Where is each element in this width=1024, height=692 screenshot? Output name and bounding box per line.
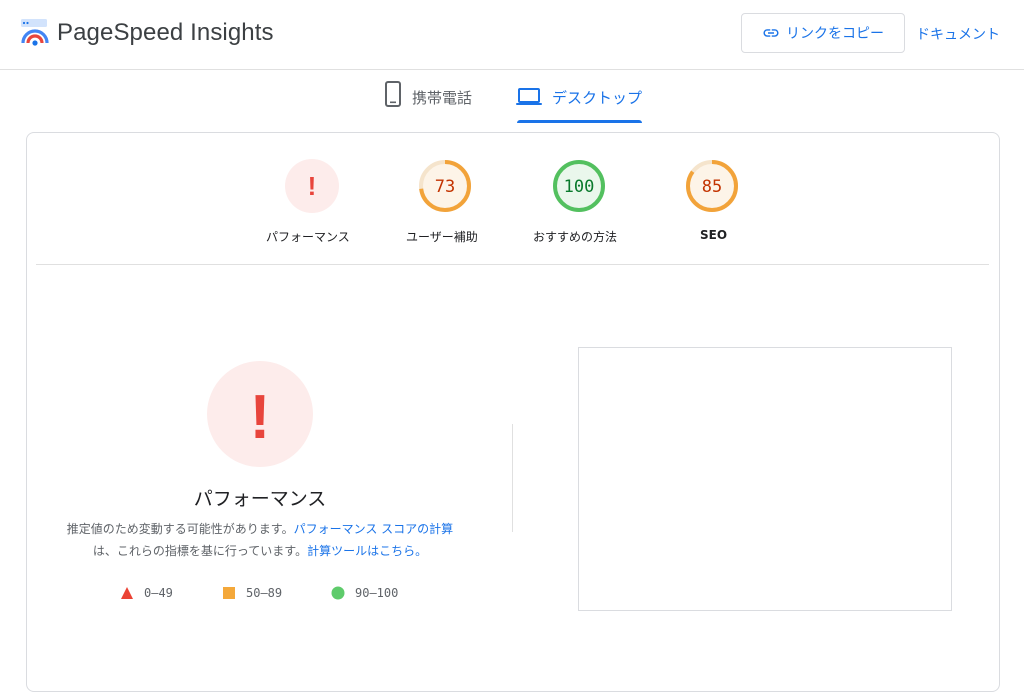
legend-average-range: 50–89 — [246, 586, 283, 600]
performance-desc-prefix: 推定値のため変動する可能性があります。 — [66, 522, 294, 536]
performance-score-label: パフォーマンス — [266, 230, 350, 244]
legend-pass: 90–100 — [331, 586, 398, 600]
performance-detail-value: ! — [250, 383, 271, 452]
vertical-separator — [512, 424, 513, 532]
legend-pass-range: 90–100 — [355, 586, 399, 600]
page-screenshot-placeholder — [578, 347, 952, 611]
score-calculation-link[interactable]: パフォーマンス スコアの計算 — [294, 522, 454, 536]
tab-mobile-label: 携帯電話 — [412, 89, 473, 107]
best-practices-score-gauge[interactable]: 100 — [551, 158, 607, 214]
tab-mobile[interactable]: 携帯電話 — [384, 80, 472, 124]
performance-desc-middle: は、これらの指標を基に行っています。 — [92, 544, 308, 558]
tab-desktop[interactable]: デスクトップ — [516, 80, 642, 124]
section-divider — [36, 264, 989, 265]
link-icon — [763, 29, 779, 37]
best-practices-score-label: おすすめの方法 — [533, 230, 618, 244]
performance-score-gauge[interactable]: ! — [284, 158, 340, 214]
accessibility-score-value: 73 — [435, 177, 455, 197]
documentation-link[interactable]: ドキュメント — [916, 24, 1000, 44]
legend-fail-range: 0–49 — [144, 586, 173, 600]
performance-description: 推定値のため変動する可能性があります。パフォーマンス スコアの計算 は、これらの… — [40, 518, 480, 562]
seo-score-label: SEO — [700, 228, 728, 242]
brand-title[interactable]: PageSpeed Insights — [57, 19, 274, 47]
accessibility-score-label: ユーザー補助 — [406, 230, 478, 244]
triangle-icon — [121, 587, 133, 599]
square-icon — [223, 587, 235, 599]
performance-score-value: ! — [308, 171, 317, 201]
calculator-link[interactable]: 計算ツールはこちら。 — [307, 544, 427, 558]
tab-desktop-label: デスクトップ — [552, 89, 643, 107]
legend-fail: 0–49 — [120, 586, 173, 600]
smartphone-icon — [385, 81, 401, 107]
copy-link-button[interactable]: リンクをコピー — [741, 13, 905, 53]
copy-link-label: リンクをコピー — [786, 25, 884, 41]
seo-score-gauge[interactable]: 85 — [684, 158, 740, 214]
laptop-icon — [516, 88, 542, 105]
pagespeed-logo-icon[interactable] — [20, 17, 50, 47]
accessibility-score-gauge[interactable]: 73 — [417, 158, 473, 214]
top-bar: PageSpeed Insights リンクをコピー ドキュメント — [0, 0, 1024, 70]
seo-score-value: 85 — [702, 177, 722, 197]
performance-title: パフォーマンス — [193, 488, 327, 510]
legend-average: 50–89 — [222, 586, 282, 600]
best-practices-score-value: 100 — [564, 177, 595, 197]
circle-icon — [331, 586, 345, 600]
active-tab-indicator — [517, 120, 642, 123]
performance-detail-gauge: ! — [207, 361, 313, 467]
